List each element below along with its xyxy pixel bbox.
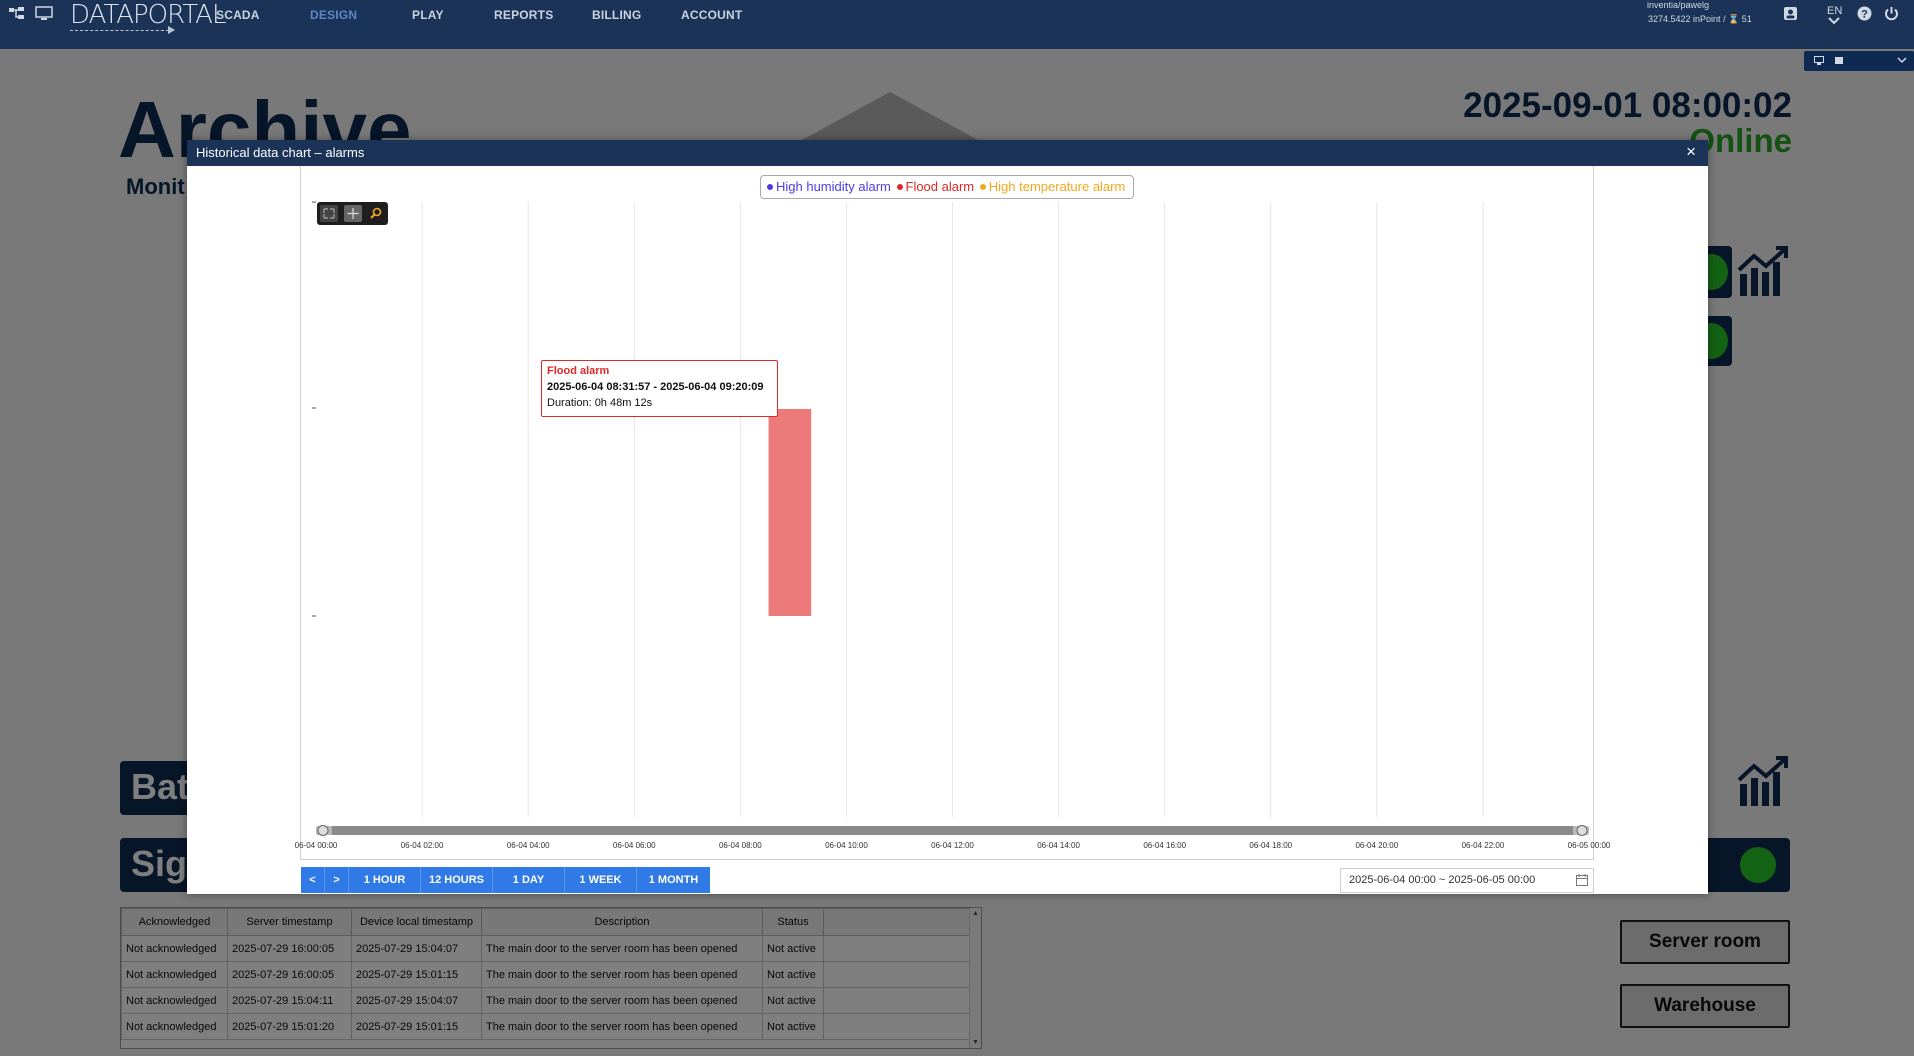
tooltip-duration: Duration: 0h 48m 12s xyxy=(547,397,653,409)
previous-range-button[interactable]: < xyxy=(301,867,325,893)
chart-tooltip: Flood alarm 2025-06-04 08:31:57 - 2025-0… xyxy=(541,360,778,417)
legend-dot xyxy=(767,184,773,190)
legend-label: High temperature alarm xyxy=(988,179,1126,194)
reset-zoom-icon[interactable] xyxy=(320,205,338,222)
x-tick-label: 06-04 12:00 xyxy=(931,841,974,850)
date-range-picker[interactable]: 2025-06-04 00:00 ~ 2025-06-05 00:00 xyxy=(1340,868,1594,893)
range-12-hours-button[interactable]: 12 HOURS xyxy=(421,867,493,893)
next-range-button[interactable]: > xyxy=(325,867,349,893)
legend-label: High humidity alarm xyxy=(776,179,891,194)
x-tick-label: 06-04 16:00 xyxy=(1143,841,1186,850)
legend-dot xyxy=(979,184,986,190)
x-tick-label: 06-04 14:00 xyxy=(1037,841,1080,850)
alarm-timeline-chart: 06-04 00:00 06-04 02:00 06-04 04:00 06-04 0… xyxy=(295,201,1611,850)
date-range-value: 2025-06-04 00:00 ~ 2025-06-05 00:00 xyxy=(1349,874,1536,886)
x-tick-label: 06-05 00:00 xyxy=(1568,841,1611,850)
x-tick-label: 06-04 06:00 xyxy=(613,841,656,850)
x-tick-label: 06-04 10:00 xyxy=(825,841,868,850)
range-1-week-button[interactable]: 1 WEEK xyxy=(565,867,637,893)
chart-bars xyxy=(768,409,812,616)
legend-label: Flood alarm xyxy=(905,179,975,194)
x-tick-label: 06-04 18:00 xyxy=(1249,841,1292,850)
x-tick-label: 06-04 08:00 xyxy=(719,841,762,850)
chart-y-ticks xyxy=(312,201,316,617)
range-1-month-button[interactable]: 1 MONTH xyxy=(637,867,710,893)
x-tick-label: 06-04 22:00 xyxy=(1462,841,1505,850)
x-tick-label: 06-04 02:00 xyxy=(401,841,444,850)
slider-selection xyxy=(332,826,1573,835)
legend-item-flood[interactable]: Flood alarm xyxy=(896,176,975,198)
alarm-bar xyxy=(768,409,812,616)
chart-toolbox xyxy=(317,202,388,225)
legend-item-high-humidity[interactable]: High humidity alarm xyxy=(767,176,891,198)
time-range-buttons: < > 1 HOUR 12 HOURS 1 DAY 1 WEEK 1 MONTH xyxy=(301,867,710,893)
chart-legend: High humidity alarm Flood alarm High tem… xyxy=(760,175,1135,199)
range-1-day-button[interactable]: 1 DAY xyxy=(493,867,565,893)
slider-handle-right xyxy=(1576,825,1588,836)
tooltip-title: Flood alarm xyxy=(547,365,610,377)
chart-x-tick-labels: 06-04 00:00 06-04 02:00 06-04 04:00 06-04 0… xyxy=(295,841,1611,850)
slider-handle-left xyxy=(317,825,329,836)
tooltip-range: 2025-06-04 08:31:57 - 2025-06-04 09:20:0… xyxy=(547,381,764,393)
legend-dot xyxy=(896,184,903,190)
chart-gridlines xyxy=(421,202,1484,817)
chart-zoom-slider[interactable] xyxy=(316,825,1589,836)
pan-icon[interactable] xyxy=(344,205,362,222)
x-tick-label: 06-04 20:00 xyxy=(1355,841,1398,850)
legend-item-high-temperature[interactable]: High temperature alarm xyxy=(979,176,1126,198)
calendar-icon[interactable] xyxy=(1576,874,1588,886)
x-tick-label: 06-04 04:00 xyxy=(507,841,550,850)
zoom-icon[interactable] xyxy=(367,205,385,222)
range-1-hour-button[interactable]: 1 HOUR xyxy=(349,867,421,893)
x-tick-label: 06-04 00:00 xyxy=(295,841,338,850)
